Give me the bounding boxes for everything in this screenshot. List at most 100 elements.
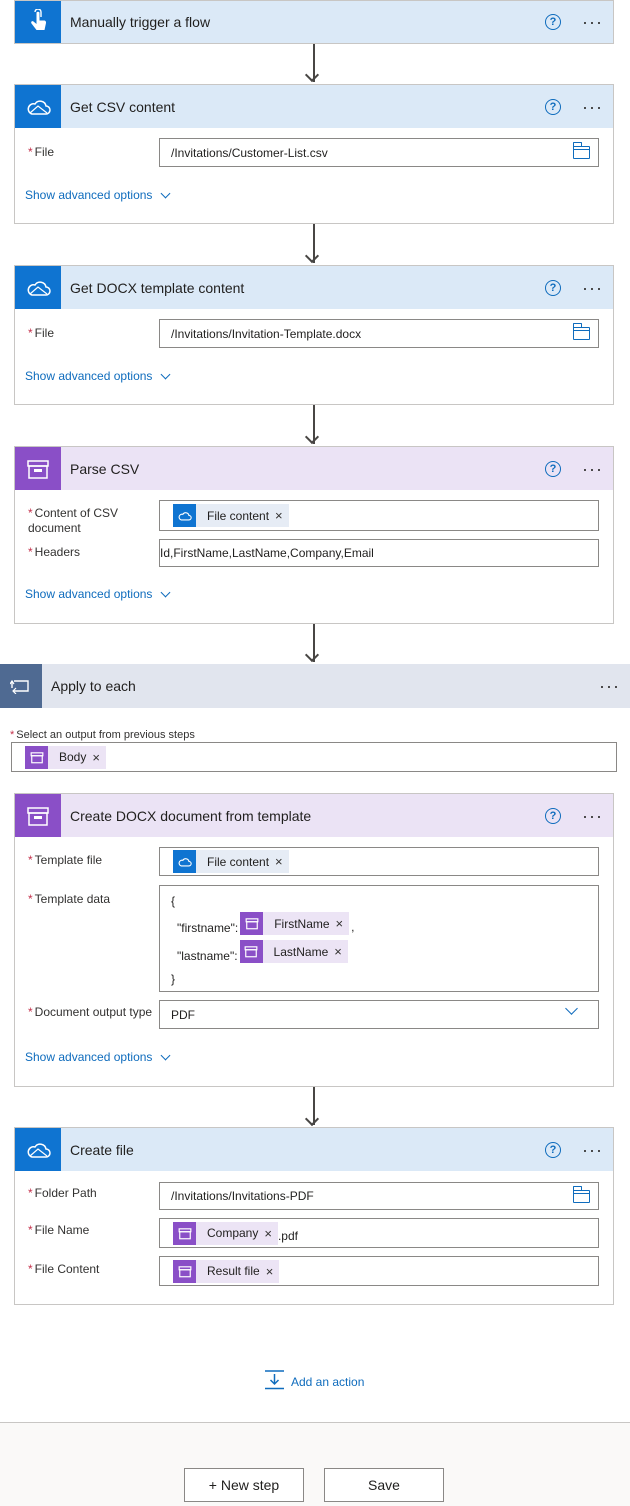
file-input[interactable]: /Invitations/Customer-List.csv	[159, 138, 599, 167]
result-file-token[interactable]: Result file ×	[173, 1259, 280, 1283]
firstname-key: "firstname":	[177, 920, 239, 935]
chevron-down-icon	[160, 1050, 171, 1060]
file-name-input[interactable]: Company × .pdf	[159, 1218, 599, 1248]
show-advanced-options-link[interactable]: Show advanced options	[25, 369, 171, 383]
remove-token-icon[interactable]: ×	[334, 944, 342, 959]
help-icon[interactable]: ?	[545, 460, 562, 477]
advanced-label: Show advanced options	[25, 369, 153, 383]
more-icon[interactable]: ···	[582, 13, 603, 31]
lastname-token[interactable]: LastName ×	[239, 940, 348, 963]
more-icon[interactable]: ···	[582, 460, 603, 478]
help-icon[interactable]: ?	[545, 807, 562, 824]
advanced-label: Show advanced options	[25, 188, 153, 202]
create-file-header[interactable]: Create file ? ···	[15, 1128, 613, 1171]
lastname-key: "lastname":	[177, 948, 238, 963]
document-cabinet-icon	[25, 745, 48, 769]
help-icon[interactable]: ?	[545, 98, 562, 115]
connector-arrow	[304, 67, 320, 83]
remove-token-icon[interactable]: ×	[275, 854, 283, 869]
add-action-button[interactable]: Add an action	[264, 1370, 364, 1393]
more-icon[interactable]: ···	[582, 807, 603, 825]
brace-open: {	[171, 894, 176, 908]
add-action-label: Add an action	[291, 1374, 365, 1389]
folder-icon[interactable]	[572, 142, 590, 159]
template-file-label: * Template file	[28, 853, 103, 867]
help-icon[interactable]: ?	[545, 14, 562, 30]
document-output-type-select[interactable]: PDF	[159, 1000, 599, 1029]
output-type-value: PDF	[171, 1007, 195, 1022]
onedrive-cloud-icon	[15, 1128, 61, 1171]
new-step-button[interactable]: + New step	[184, 1468, 304, 1502]
get-docx-header[interactable]: Get DOCX template content ? ···	[15, 266, 613, 309]
parse-csv-card: Parse CSV ? ··· * Content of CSV document …	[14, 446, 614, 624]
token-label: Body	[59, 750, 87, 764]
file-input-value: /Invitations/Customer-List.csv	[171, 145, 328, 160]
document-cabinet-icon	[15, 447, 61, 490]
onedrive-cloud-icon	[15, 266, 61, 309]
folder-icon[interactable]	[572, 1186, 590, 1203]
apply-to-each-header[interactable]: Apply to each ···	[0, 664, 630, 708]
select-output-input[interactable]: Body ×	[11, 742, 617, 772]
chevron-down-icon	[565, 1002, 578, 1015]
token-label: LastName	[273, 944, 329, 959]
parse-csv-header[interactable]: Parse CSV ? ···	[15, 447, 613, 490]
content-of-csv-input[interactable]: File content ×	[159, 500, 599, 531]
token-label: Company	[207, 1226, 259, 1240]
file-content-token[interactable]: File content ×	[173, 850, 289, 873]
remove-token-icon[interactable]: ×	[275, 508, 283, 523]
document-cabinet-icon	[173, 1259, 196, 1283]
get-docx-card: Get DOCX template content ? ··· * File /I…	[14, 265, 614, 405]
chevron-down-icon	[160, 587, 171, 597]
connector-arrow	[304, 429, 320, 445]
parse-csv-title: Parse CSV	[70, 460, 140, 477]
folder-icon[interactable]	[572, 323, 590, 340]
token-label: File content	[207, 508, 270, 523]
folder-path-label: * Folder Path	[28, 1186, 97, 1200]
file-input[interactable]: /Invitations/Invitation-Template.docx	[159, 319, 599, 348]
headers-input[interactable]: Id,FirstName,LastName,Company,Email	[159, 539, 599, 567]
help-icon[interactable]: ?	[545, 279, 562, 296]
template-data-label: * Template data	[28, 892, 111, 906]
remove-token-icon[interactable]: ×	[266, 1264, 274, 1279]
brace-close: }	[171, 972, 176, 986]
template-data-editor[interactable]: { "firstname": FirstName × , "lastname":…	[159, 885, 599, 992]
create-docx-card: Create DOCX document from template ? ···…	[14, 793, 614, 1087]
firstname-line: "firstname": FirstName × ,	[177, 912, 354, 935]
document-cabinet-icon	[239, 940, 263, 963]
trigger-title: Manually trigger a flow	[70, 14, 211, 30]
help-icon[interactable]: ?	[545, 1141, 562, 1158]
get-csv-header[interactable]: Get CSV content ? ···	[15, 85, 613, 128]
show-advanced-options-link[interactable]: Show advanced options	[25, 1050, 171, 1064]
onedrive-cloud-icon	[15, 85, 61, 128]
remove-token-icon[interactable]: ×	[264, 1226, 272, 1241]
more-icon[interactable]: ···	[582, 98, 603, 116]
show-advanced-options-link[interactable]: Show advanced options	[25, 587, 171, 601]
advanced-label: Show advanced options	[25, 587, 153, 601]
headers-input-value: Id,FirstName,LastName,Company,Email	[160, 546, 374, 560]
get-csv-card: Get CSV content ? ··· * File /Invitations…	[14, 84, 614, 224]
document-output-type-label: * Document output type	[28, 1005, 153, 1019]
remove-token-icon[interactable]: ×	[336, 916, 344, 931]
save-button[interactable]: Save	[324, 1468, 444, 1502]
add-action-icon	[264, 1370, 285, 1393]
token-label: File content	[207, 854, 270, 869]
headers-label: * Headers	[28, 545, 81, 559]
firstname-token[interactable]: FirstName ×	[240, 912, 350, 935]
more-icon[interactable]: ···	[582, 1141, 603, 1159]
create-docx-header[interactable]: Create DOCX document from template ? ···	[15, 794, 613, 837]
connector-arrow	[304, 248, 320, 264]
body-token[interactable]: Body ×	[25, 745, 106, 769]
token-label: FirstName	[274, 916, 330, 931]
trigger-header[interactable]: Manually trigger a flow ? ···	[15, 1, 613, 43]
trigger-card[interactable]: Manually trigger a flow ? ···	[14, 0, 614, 44]
more-icon[interactable]: ···	[582, 279, 603, 297]
token-label: Result file	[207, 1264, 260, 1278]
show-advanced-options-link[interactable]: Show advanced options	[25, 188, 171, 202]
file-content-input[interactable]: Result file ×	[159, 1256, 599, 1286]
more-icon[interactable]: ···	[599, 677, 620, 695]
remove-token-icon[interactable]: ×	[92, 750, 100, 765]
folder-path-input[interactable]: /Invitations/Invitations-PDF	[159, 1182, 599, 1210]
company-token[interactable]: Company ×	[173, 1221, 278, 1245]
template-file-input[interactable]: File content ×	[159, 847, 599, 876]
file-content-token[interactable]: File content ×	[173, 504, 289, 527]
